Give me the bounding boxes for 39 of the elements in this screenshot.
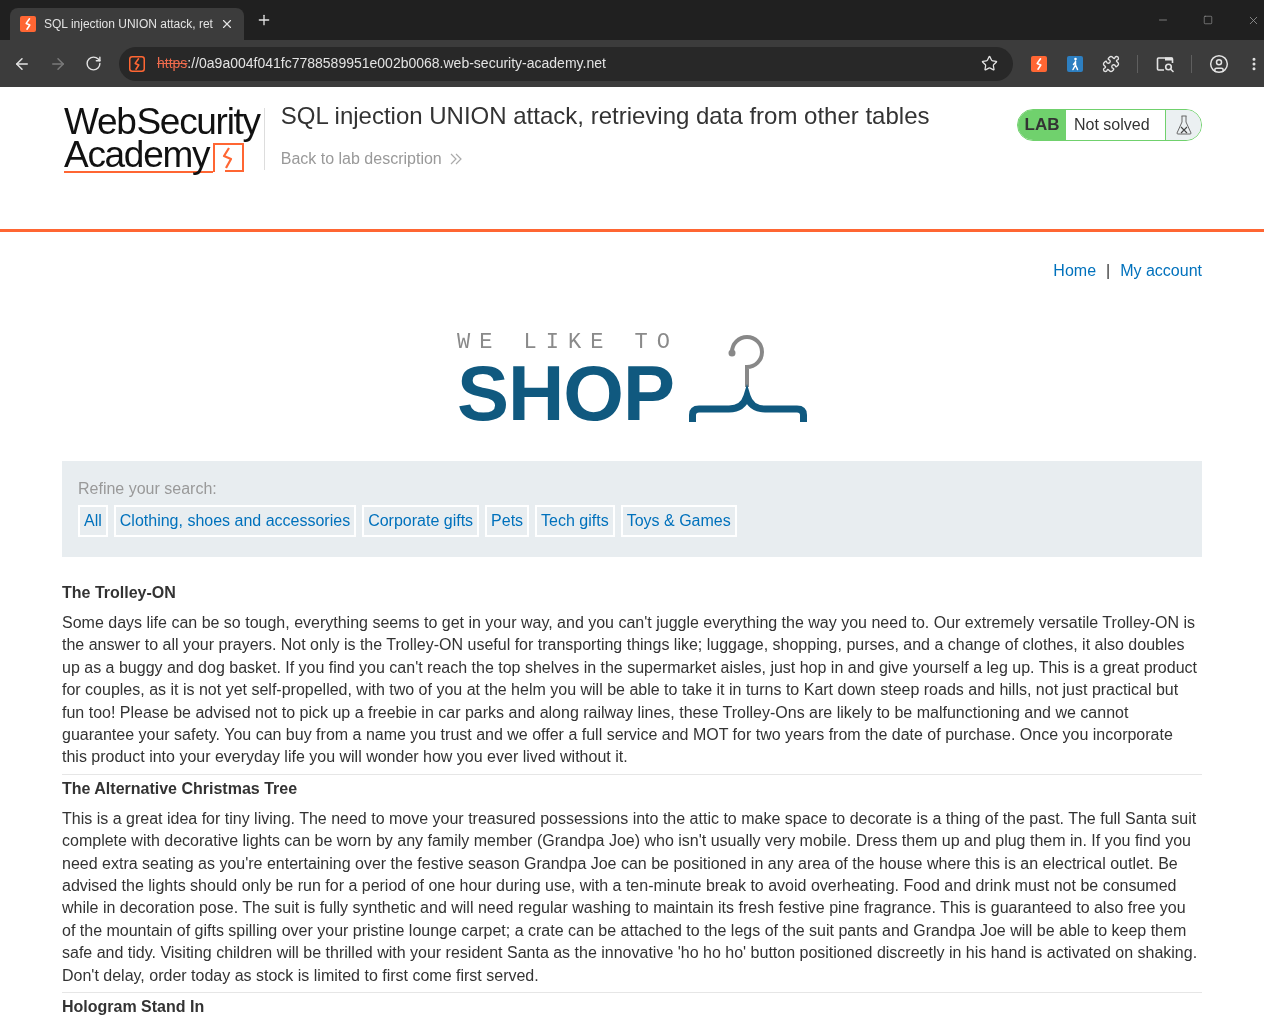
filter-button[interactable]: Pets	[485, 505, 530, 537]
product-title: Hologram Stand In	[62, 997, 206, 1018]
product-title: The Trolley-ON	[62, 583, 177, 603]
my-account-link[interactable]: My account	[1120, 260, 1202, 282]
filter-button[interactable]: Tech gifts	[535, 505, 615, 537]
product-title: The Alternative Christmas Tree	[62, 778, 299, 799]
tab-search-icon[interactable]	[1156, 54, 1174, 73]
maximize-icon[interactable]	[1203, 15, 1213, 25]
star-icon[interactable]	[981, 55, 998, 72]
nav-separator: |	[1106, 261, 1111, 281]
filter-button[interactable]: All	[78, 505, 108, 537]
profile-icon[interactable]	[1209, 53, 1229, 74]
refine-search-label: Refine your search:	[78, 479, 218, 499]
new-tab-icon[interactable]	[256, 12, 272, 28]
reload-icon[interactable]	[85, 55, 102, 72]
back-to-lab-link[interactable]: Back to lab description	[280, 148, 930, 170]
filter-button[interactable]: Clothing, shoes and accessories	[113, 505, 357, 537]
browser-tab[interactable]: SQL injection UNION attack, ret	[10, 8, 244, 40]
tab-title: SQL injection UNION attack, ret	[44, 16, 213, 32]
site-info-icon[interactable]	[129, 55, 145, 72]
address-bar[interactable]: https://0a9a004f041fc7788589951e002b0068.web-security-academy.net	[119, 46, 1013, 81]
bolt-icon[interactable]	[1031, 55, 1047, 72]
product-description: This is a great idea for tiny living. The need to move your treasured possessions into the attic to make space to decorate is a thing of the past. The full Santa suit complete with decorative lights can be worn by any family member (Grandpa Joe) who isn't usually very mobile. Dress them up and plug them in. If you find you need extra seating as you're entertaining over the festive season Grandpa Joe can be positioned in any area of the house where this is an electrical outlet. Be advised the lights should only be run for a period of one hour during use, with a ten-minute break to avoid overheating. Food and drink must not be consumed while in decoration pose. The suit is fully synthetic and will need regular washing to maintain its fresh festive pine fragrance. This is guaranteed to also free you of the mountain of gifts spilling over your pristine lounge carpet; a crate can be attached to the legs of the suit pants and Grandpa Joe will be able to keep them safe and tidy. Visiting children will be thrilled with your resident Santa as the innovative 'ho ho ho' button positioned discreetly in his hand is activated on shaking. Don't delay, order today as stock is limited to first come first served.	[62, 808, 1199, 986]
close-icon[interactable]	[220, 17, 234, 31]
bolt-box-icon	[213, 141, 246, 173]
double-chevron-icon	[449, 153, 462, 165]
logo-tagline: WE LIKE TO	[457, 332, 679, 354]
lab-title: SQL injection UNION attack, retrieving data from other tables	[280, 101, 930, 130]
filter-button[interactable]: Corporate gifts	[362, 505, 480, 537]
logo-text: Academy	[64, 138, 214, 173]
figure-icon[interactable]	[1067, 55, 1083, 72]
hanger-icon	[689, 335, 807, 422]
filter-button[interactable]: Toys & Games	[620, 505, 737, 537]
lab-label: LAB	[1018, 110, 1066, 140]
product-description: Some days life can be so tough, everything seems to get in your way, and you can't juggle everything the way you need to. Our extremely versatile Trolley-ON is the answer to all your prayers. Not only is the Trolley-ON useful for transporting things like; luggage, shopping, purses, and a change of clothes, it also doubles up as a buggy and dog basket. If you find you can't reach the top shelves in the supermarket aisles, just hop in and give yourself a leg up. This is a great product for couples, as it is not yet self-propelled, with two of you at the helm you will be able to take it in turns to Kart down steep roads and hills, not just practical but fun too! Please be advised not to pick up a freebie in car parks and along railway lines, these Trolley-Ons are likely to be malfunctioning and we cannot guarantee your safety. You can buy from a name you trust and we offer a full service and MOT for two years from the date of purchase. Once you incorporate this product into your everyday life you will wonder how you ever lived without it.	[62, 613, 1198, 768]
home-link[interactable]: Home	[1053, 260, 1097, 282]
bolt-icon	[20, 16, 36, 32]
logo-wordmark: SHOP	[457, 354, 676, 432]
puzzle-icon[interactable]	[1102, 54, 1120, 73]
